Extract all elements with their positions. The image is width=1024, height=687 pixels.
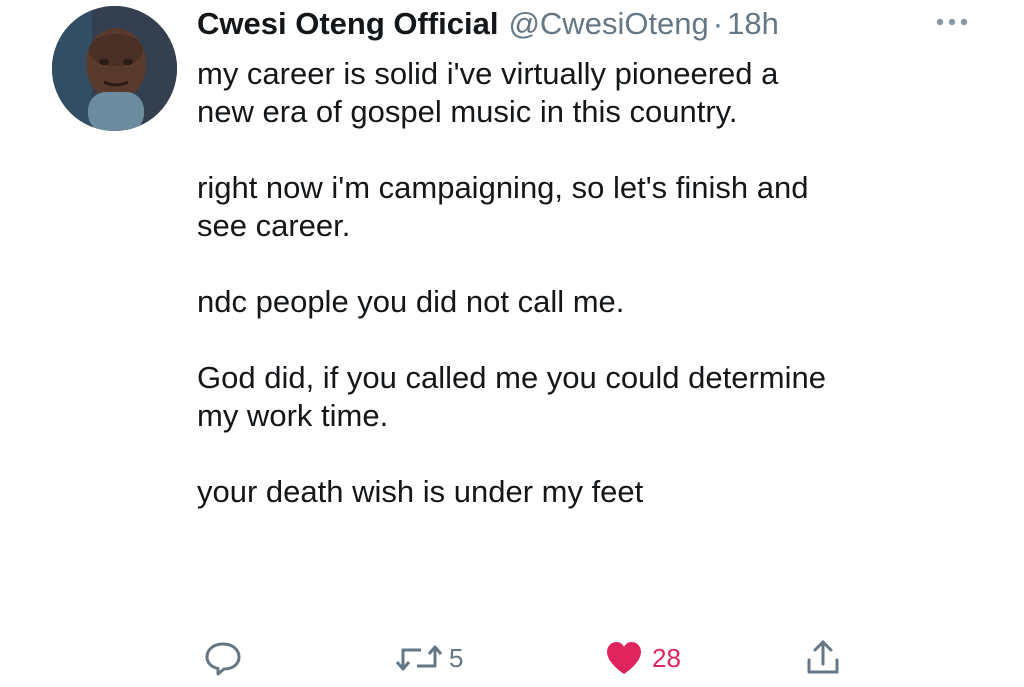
tweet-timestamp[interactable]: 18h	[727, 4, 779, 44]
speech-bubble-icon	[205, 642, 241, 676]
retweet-count: 5	[449, 642, 464, 673]
tweet-body: my career is solid i've virtually pionee…	[197, 55, 997, 549]
tweet-actions: 5 28	[197, 638, 877, 678]
tweet-paragraph: right now i'm campaigning, so let's fini…	[197, 170, 809, 243]
share-button[interactable]	[803, 638, 843, 678]
tweet-paragraph: God did, if you called me you could dete…	[197, 360, 826, 433]
like-count: 28	[652, 642, 681, 673]
retweet-arrows-icon	[395, 645, 443, 671]
tweet-header: Cwesi Oteng Official @CwesiOteng · 18h	[197, 4, 964, 44]
more-dots-icon	[936, 18, 968, 26]
separator-dot: ·	[712, 6, 724, 41]
tweet-paragraph: ndc people you did not call me.	[197, 284, 625, 319]
avatar-photo	[52, 6, 177, 131]
avatar[interactable]	[52, 6, 177, 131]
heart-icon	[607, 642, 641, 674]
reply-button[interactable]	[201, 638, 245, 678]
author-handle[interactable]: @CwesiOteng	[508, 4, 708, 44]
tweet-paragraph: your death wish is under my feet	[197, 474, 644, 509]
like-button[interactable]: 28	[604, 638, 681, 678]
tweet-paragraph: my career is solid i've virtually pionee…	[197, 56, 779, 129]
author-display-name[interactable]: Cwesi Oteng Official	[197, 4, 498, 44]
retweet-button[interactable]: 5	[393, 638, 463, 678]
share-upload-icon	[807, 640, 839, 674]
more-options-button[interactable]	[928, 2, 976, 42]
tweet-card: Cwesi Oteng Official @CwesiOteng · 18h m…	[0, 0, 1024, 687]
